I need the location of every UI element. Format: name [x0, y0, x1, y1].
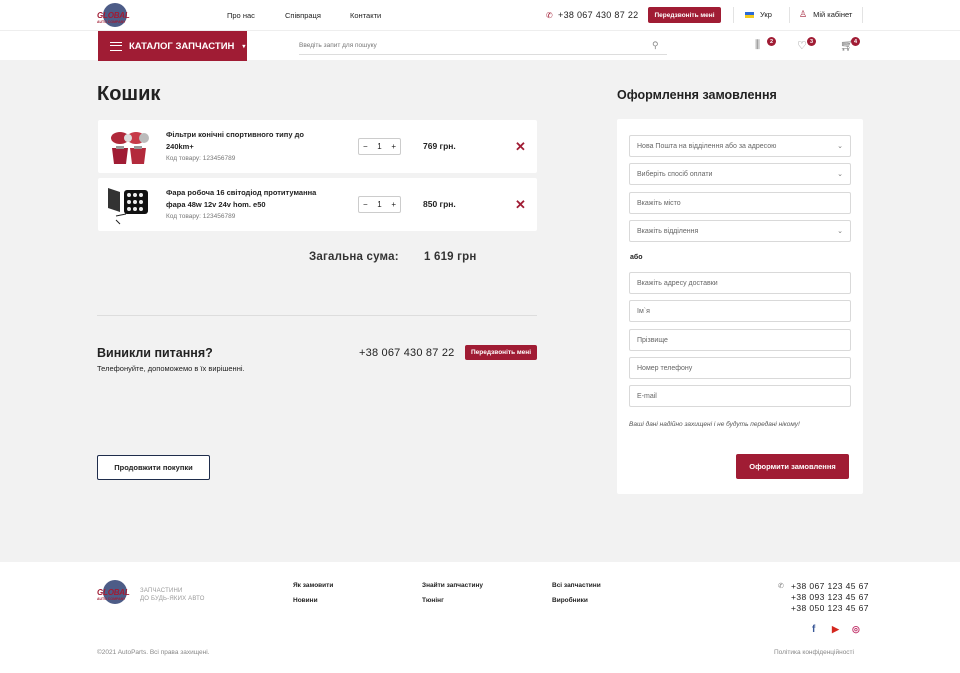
heart-icon[interactable]: ♡ [797, 39, 807, 52]
footer: GLOBAL AUTO COMPANY ЗАПЧАСТИНИ ДО БУДЬ-Я… [0, 562, 960, 673]
divider [789, 7, 790, 23]
chevron-down-icon: ⌄ [837, 143, 843, 150]
total-value: 1 619 грн [424, 251, 477, 263]
privacy-note: Ваші дані надійно захищені і не будуть п… [629, 421, 800, 428]
copyright: ©2021 AutoParts. Всі права захищені. [97, 649, 210, 656]
quantity-stepper[interactable]: − 1 + [358, 196, 401, 213]
minus-icon[interactable]: − [363, 200, 368, 209]
questions-title: Виникли питання? [97, 346, 213, 360]
search-bar: КАТАЛОГ ЗАПЧАСТИН ▾ ⚲ ⫼ 2 ♡ 3 🛒︎ 4 [0, 30, 960, 61]
address-field[interactable]: Вкажіть адресу доставки [629, 272, 851, 294]
cart-item: Фільтри конічні спортивного типу до 240k… [98, 120, 537, 173]
top-bar: GLOBAL AUTO COMPANY Про нас Співпраця Ко… [0, 0, 960, 30]
facebook-icon[interactable]: f [812, 624, 815, 635]
chevron-down-icon: ⌄ [837, 171, 843, 178]
close-icon[interactable]: ✕ [515, 139, 526, 155]
product-name[interactable]: Фільтри конічні спортивного типу до 240k… [166, 129, 326, 153]
order-form: Нова Пошта на відділення або за адресою … [617, 119, 863, 494]
footer-link[interactable]: Всі запчастини [552, 582, 601, 589]
product-code: Код товару: 123456789 [166, 213, 236, 220]
product-image[interactable] [106, 126, 151, 168]
submit-order-button[interactable]: Оформити замовлення [736, 454, 849, 479]
continue-shopping-button[interactable]: Продовжити покупки [97, 455, 210, 480]
callback-button[interactable]: Передзвоніть мені [465, 345, 537, 360]
nav-cooperation[interactable]: Співпраця [285, 11, 321, 20]
youtube-icon[interactable]: ▶ [832, 624, 839, 635]
minus-icon[interactable]: − [363, 142, 368, 151]
chevron-down-icon: ⌄ [837, 228, 843, 235]
quantity-stepper[interactable]: − 1 + [358, 138, 401, 155]
footer-phone[interactable]: +38 093 123 45 67 [791, 592, 869, 602]
phone-icon: ✆ [546, 11, 554, 20]
branch-select[interactable]: Вкажіть відділення ⌄ [629, 220, 851, 242]
product-price: 850 грн. [423, 199, 456, 209]
cart-item: Фара робоча 16 світодіод протитуманна фа… [98, 178, 537, 231]
user-icon: ♙ [799, 9, 808, 19]
catalog-button[interactable]: КАТАЛОГ ЗАПЧАСТИН ▾ [98, 31, 247, 61]
callback-button[interactable]: Передзвоніть мені [648, 7, 721, 23]
compare-count-badge: 2 [767, 37, 776, 46]
footer-link[interactable]: Виробники [552, 597, 588, 604]
divider [97, 315, 537, 316]
total-label: Загальна сума: [309, 251, 399, 263]
city-field[interactable]: Вкажіть місто [629, 192, 851, 214]
page-title: Кошик [97, 83, 161, 105]
search-input[interactable] [299, 37, 667, 55]
chevron-down-icon: ▾ [242, 43, 246, 50]
logo[interactable]: GLOBAL AUTO COMPANY [97, 3, 133, 27]
plus-icon[interactable]: + [391, 200, 396, 209]
phone-field[interactable]: Номер телефону [629, 357, 851, 379]
language-switcher[interactable]: Укр [745, 10, 772, 19]
footer-phone[interactable]: +38 067 123 45 67 [791, 581, 869, 591]
name-field[interactable]: Ім`я [629, 300, 851, 322]
quantity-value: 1 [377, 200, 382, 209]
search-icon[interactable]: ⚲ [652, 40, 659, 51]
questions-phone[interactable]: +38 067 430 87 22 [359, 347, 454, 359]
delivery-select[interactable]: Нова Пошта на відділення або за адресою … [629, 135, 851, 157]
footer-tagline: ЗАПЧАСТИНИ ДО БУДЬ-ЯКИХ АВТО [140, 588, 205, 602]
footer-logo[interactable]: GLOBAL AUTO COMPANY [97, 580, 133, 604]
menu-icon [110, 41, 122, 51]
privacy-policy-link[interactable]: Політика конфіденційності [774, 649, 854, 656]
footer-phone[interactable]: +38 050 123 45 67 [791, 603, 869, 613]
divider [733, 7, 734, 23]
product-name[interactable]: Фара робоча 16 світодіод протитуманна фа… [166, 187, 326, 211]
wishlist-count-badge: 3 [807, 37, 816, 46]
email-field[interactable]: E-mail [629, 385, 851, 407]
footer-link[interactable]: Тюнінг [422, 597, 444, 604]
quantity-value: 1 [377, 142, 382, 151]
product-image[interactable] [106, 184, 151, 226]
nav-contacts[interactable]: Контакти [350, 11, 381, 20]
footer-link[interactable]: Новини [293, 597, 318, 604]
close-icon[interactable]: ✕ [515, 197, 526, 213]
divider [862, 7, 863, 23]
product-code: Код товару: 123456789 [166, 155, 236, 162]
nav-about[interactable]: Про нас [227, 11, 255, 20]
order-form-title: Оформлення замовлення [617, 88, 777, 102]
cart-count-badge: 4 [851, 37, 860, 46]
header-phone[interactable]: ✆ +38 067 430 87 22 [546, 10, 638, 20]
account-link[interactable]: ♙ Мій кабінет [799, 9, 852, 20]
flag-ua-icon [745, 11, 754, 18]
product-price: 769 грн. [423, 141, 456, 151]
plus-icon[interactable]: + [391, 142, 396, 151]
phone-icon: ✆ [778, 583, 784, 590]
surname-field[interactable]: Прізвище [629, 329, 851, 351]
compare-icon[interactable]: ⫼ [755, 39, 760, 52]
footer-link[interactable]: Знайти запчастину [422, 582, 483, 589]
questions-subtitle: Телефонуйте, допоможемо в їх вирішенні. [97, 364, 245, 373]
instagram-icon[interactable]: ◎ [852, 624, 860, 635]
footer-link[interactable]: Як замовити [293, 582, 333, 589]
payment-select[interactable]: Виберіть спосіб оплати ⌄ [629, 163, 851, 185]
or-label: або [630, 254, 643, 261]
